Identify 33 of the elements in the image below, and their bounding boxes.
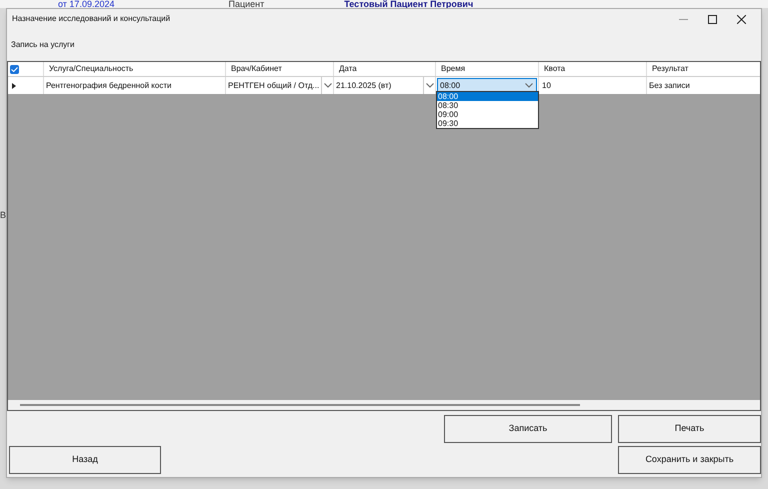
time-option[interactable]: 08:30 xyxy=(437,101,538,110)
table-cell-text: Без записи xyxy=(648,80,691,92)
date-dropdown[interactable]: 21.10.2025 (вт) xyxy=(334,77,436,94)
patient-name: Тестовый Пациент Петрович xyxy=(344,0,474,9)
table-cell: Рентгенография бедренной кости xyxy=(44,77,226,94)
column-header[interactable]: Врач/Кабинет xyxy=(226,62,334,76)
record-button[interactable]: Записать xyxy=(444,415,612,443)
chevron-down-icon xyxy=(426,83,434,88)
column-header[interactable]: Время xyxy=(436,62,539,76)
doctor-dropdown[interactable]: РЕНТГЕН общий / Отд... xyxy=(226,77,334,94)
checkmark-icon xyxy=(11,66,18,72)
time-option[interactable]: 09:30 xyxy=(437,119,538,128)
column-header[interactable]: Результат xyxy=(647,62,760,76)
maximize-icon[interactable] xyxy=(708,14,717,24)
time-option[interactable]: 09:00 xyxy=(437,110,538,119)
column-header[interactable]: Квота xyxy=(539,62,647,76)
date-text: от 17.09.2024 xyxy=(58,0,114,9)
column-header[interactable]: Услуга/Специальность xyxy=(44,62,226,76)
patient-label: Пациент xyxy=(228,0,264,9)
window-title: Назначение исследований и консультаций xyxy=(12,13,172,25)
side-label: В xyxy=(0,210,6,220)
close-icon[interactable] xyxy=(737,14,746,24)
select-all-checkbox[interactable] xyxy=(10,64,19,74)
column-header[interactable]: Дата xyxy=(334,62,436,76)
print-button[interactable]: Печать xyxy=(618,415,761,443)
section-title: Запись на услуги xyxy=(11,39,75,51)
chevron-down-icon xyxy=(525,83,533,88)
time-option[interactable]: 08:00 xyxy=(437,92,538,101)
minimize-icon[interactable] xyxy=(679,18,688,20)
chevron-down-icon xyxy=(324,83,332,88)
back-button[interactable]: Назад xyxy=(9,446,161,474)
save-close-button[interactable]: Сохранить и закрыть xyxy=(618,446,761,474)
horizontal-scrollbar[interactable] xyxy=(20,404,580,406)
